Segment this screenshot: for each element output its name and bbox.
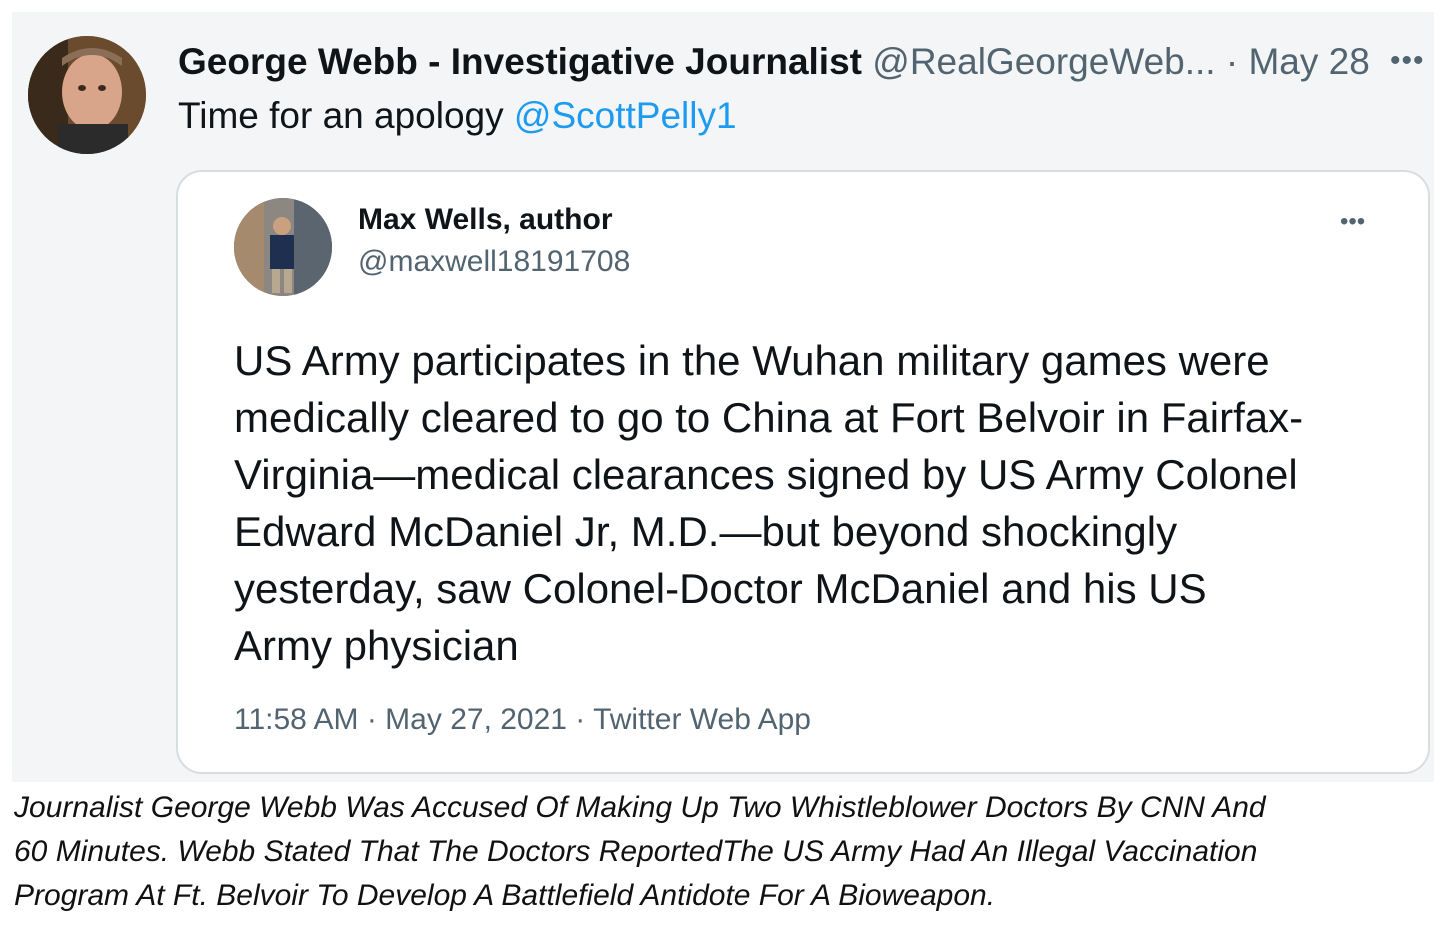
separator-dot: ·	[1225, 41, 1239, 82]
quoted-text-line: Army physician	[234, 622, 519, 669]
caption-line: Journalist George Webb Was Accused Of Ma…	[14, 791, 1266, 824]
quoted-tweet-card[interactable]: Max Wells, author @maxwell18191708 ••• U…	[176, 170, 1430, 774]
quoted-text-line: Edward McDaniel Jr, M.D.—but beyond shoc…	[234, 508, 1178, 555]
quoted-text-line: medically cleared to go to China at Fort…	[234, 394, 1304, 441]
mention-link[interactable]: @ScottPelly1	[514, 95, 737, 136]
author-handle[interactable]: @RealGeorgeWeb...	[872, 41, 1215, 82]
caption-line: 60 Minutes. Webb Stated That The Doctors…	[14, 835, 1258, 868]
author-avatar[interactable]	[28, 36, 146, 154]
tweet-header: George Webb - Investigative Journalist @…	[178, 40, 1370, 84]
quoted-author-avatar[interactable]	[234, 198, 332, 296]
image-caption: Journalist George Webb Was Accused Of Ma…	[14, 786, 1444, 918]
quoted-author-handle[interactable]: @maxwell18191708	[358, 244, 630, 280]
tweet-date[interactable]: May 28	[1248, 41, 1369, 82]
avatar-photo-icon	[28, 36, 146, 154]
avatar-photo-icon	[234, 198, 332, 296]
quoted-tweet-timestamp[interactable]: 11:58 AM · May 27, 2021 · Twitter Web Ap…	[234, 702, 811, 738]
more-options-icon[interactable]: •••	[1390, 46, 1425, 76]
author-name[interactable]: George Webb - Investigative Journalist	[178, 41, 862, 82]
tweet-screenshot: George Webb - Investigative Journalist @…	[12, 12, 1434, 782]
quoted-text-line: Virginia—medical clearances signed by US…	[234, 451, 1298, 498]
quoted-more-options-icon[interactable]: •••	[1340, 210, 1365, 234]
quoted-author-name[interactable]: Max Wells, author	[358, 202, 613, 238]
caption-line: Program At Ft. Belvoir To Develop A Batt…	[14, 879, 996, 912]
tweet-text-body: Time for an apology	[178, 95, 514, 136]
quoted-text-line: US Army participates in the Wuhan milita…	[234, 337, 1270, 384]
quoted-tweet-text: US Army participates in the Wuhan milita…	[234, 332, 1394, 674]
tweet-text: Time for an apology @ScottPelly1	[178, 94, 737, 138]
quoted-text-line: yesterday, saw Colonel-Doctor McDaniel a…	[234, 565, 1207, 612]
